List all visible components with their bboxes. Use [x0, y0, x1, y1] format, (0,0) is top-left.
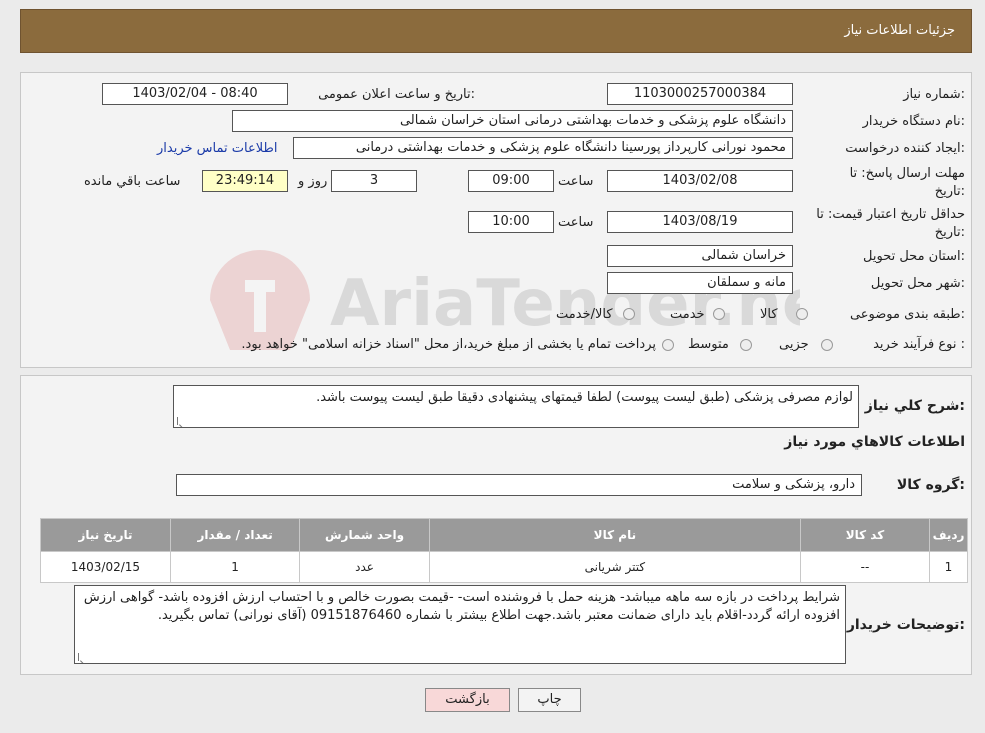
col-name: نام کالا — [428, 518, 801, 552]
deadline-time-label: ساعت — [558, 174, 594, 189]
cell-name: کتتر شریانی — [428, 551, 801, 583]
announce-label: تاریخ و ساعت اعلان عمومی: — [318, 87, 475, 102]
category-option-goods: کالا — [760, 307, 778, 322]
process-label: نوع فرآیند خرید : — [873, 337, 965, 352]
cell-unit: عدد — [299, 551, 430, 583]
goods-group-label: گروه کالا: — [896, 477, 965, 493]
col-row: ردیف — [929, 518, 968, 552]
announce-field: 1403/02/04 - 08:40 — [102, 83, 288, 105]
need-number-label: شماره نیاز: — [903, 87, 965, 102]
category-radio-service[interactable] — [713, 308, 725, 320]
city-field: مانه و سملقان — [607, 272, 793, 294]
category-option-service: خدمت — [670, 307, 705, 322]
buyer-org-field: دانشگاه علوم پزشکی و خدمات بهداشتی درمان… — [232, 110, 793, 132]
buyer-notes-text: شرایط پرداخت در بازه سه ماهه میباشد- هزی… — [83, 590, 840, 623]
back-button[interactable]: بازگشت — [425, 688, 510, 712]
deadline-time-field: 09:00 — [468, 170, 554, 192]
process-radio-minor[interactable] — [821, 339, 833, 351]
need-number-field: 1103000257000384 — [607, 83, 793, 105]
cell-row: 1 — [929, 551, 968, 583]
process-checkbox-treasury[interactable] — [662, 339, 674, 351]
col-unit: واحد شمارش — [299, 518, 430, 552]
table-row: 1403/02/15 1 عدد کتتر شریانی -- 1 — [40, 551, 968, 583]
buyer-contact-link[interactable]: اطلاعات تماس خریدار — [157, 141, 277, 156]
validity-label: حداقل تاریخ اعتبار قیمت: تا — [816, 207, 965, 222]
city-label: شهر محل تحویل: — [870, 276, 965, 291]
category-option-goods-service: کالا/خدمت — [556, 307, 613, 322]
cell-code: -- — [799, 551, 931, 583]
validity-date-field: 1403/08/19 — [607, 211, 793, 233]
validity-time-label: ساعت — [558, 215, 594, 230]
cell-need-date: 1403/02/15 — [40, 551, 171, 583]
process-note: پرداخت تمام یا بخشی از مبلغ خرید،از محل … — [241, 337, 656, 352]
process-radio-medium[interactable] — [740, 339, 752, 351]
col-need-date: تاریخ نیاز — [40, 518, 171, 552]
deadline-label: مهلت ارسال پاسخ: تا — [849, 166, 965, 181]
col-amount: تعداد / مقدار — [169, 518, 301, 552]
summary-label: شرح کلي نياز: — [864, 398, 965, 414]
resize-grip-icon[interactable] — [177, 417, 186, 425]
goods-section-title: اطلاعات کالاهاي مورد نياز — [784, 434, 965, 450]
col-code: کد کالا — [799, 518, 931, 552]
creator-field: محمود نورانی کارپرداز پورسینا دانشگاه عل… — [293, 137, 793, 159]
category-radio-goods-service[interactable] — [623, 308, 635, 320]
province-field: خراسان شمالی — [607, 245, 793, 267]
creator-label: ایجاد کننده درخواست: — [845, 141, 965, 156]
remaining-label: ساعت باقي مانده — [84, 174, 181, 189]
page-header: جزئیات اطلاعات نیاز — [20, 9, 972, 53]
resize-grip-icon[interactable] — [78, 653, 87, 661]
category-radio-goods[interactable] — [796, 308, 808, 320]
table-header-row: تاریخ نیاز تعداد / مقدار واحد شمارش نام … — [40, 518, 968, 552]
buyer-notes-textarea[interactable]: شرایط پرداخت در بازه سه ماهه میباشد- هزی… — [74, 585, 846, 664]
process-option-medium: متوسط — [688, 337, 729, 352]
page-title: جزئیات اطلاعات نیاز — [844, 23, 955, 38]
validity-time-field: 10:00 — [468, 211, 554, 233]
process-option-minor: جزیی — [779, 337, 809, 352]
province-label: استان محل تحویل: — [863, 249, 965, 264]
print-button[interactable]: چاپ — [518, 688, 581, 712]
summary-textarea[interactable]: لوازم مصرفی پزشکی (طبق لیست پیوست) لطفا … — [173, 385, 859, 428]
remaining-time-field: 23:49:14 — [202, 170, 288, 192]
days-label: روز و — [298, 174, 328, 189]
buyer-notes-label: توضیحات خریدار: — [846, 617, 965, 633]
goods-table: تاریخ نیاز تعداد / مقدار واحد شمارش نام … — [40, 518, 968, 583]
cell-amount: 1 — [169, 551, 301, 583]
deadline-date-field: 1403/02/08 — [607, 170, 793, 192]
buyer-org-label: نام دستگاه خریدار: — [862, 114, 965, 129]
deadline-label-date: تاریخ: — [934, 184, 965, 199]
summary-text: لوازم مصرفی پزشکی (طبق لیست پیوست) لطفا … — [316, 390, 853, 405]
goods-group-field: دارو، پزشکی و سلامت — [176, 474, 862, 496]
category-label: طبقه بندی موضوعی: — [849, 307, 965, 322]
validity-label-date: تاریخ: — [934, 225, 965, 240]
days-field: 3 — [331, 170, 417, 192]
